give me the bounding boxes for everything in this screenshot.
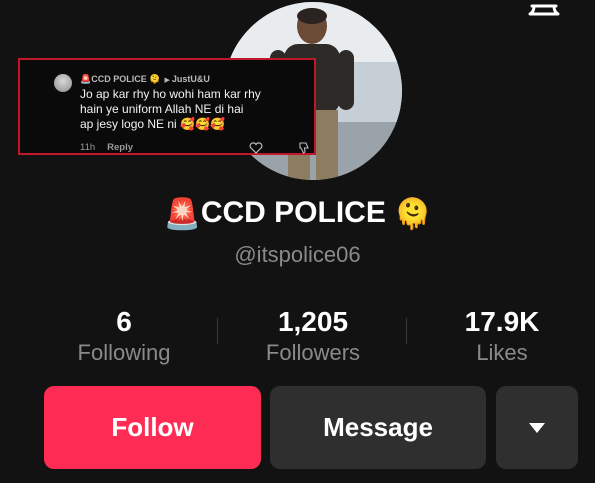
smiling-face-emoji: 🫠 bbox=[149, 74, 161, 84]
likes-count: 17.9K bbox=[464, 306, 540, 337]
commenter-avatar[interactable] bbox=[54, 74, 72, 92]
comment-header: 🚨CCD POLICE 🫠 ▶ JustU&U bbox=[80, 74, 210, 85]
message-button[interactable]: Message bbox=[270, 386, 486, 469]
reply-arrow-icon: ▶ bbox=[164, 77, 170, 84]
following-count: 6 bbox=[116, 306, 132, 337]
comment-footer: 11h Reply bbox=[80, 142, 133, 153]
likes-label: Likes bbox=[476, 340, 528, 365]
dislike-icon[interactable] bbox=[298, 142, 310, 154]
profile-name-row: 🚨CCD POLICE 🫠 bbox=[0, 196, 595, 232]
stat-divider bbox=[406, 318, 407, 344]
followers-label: Followers bbox=[265, 340, 361, 365]
followers-count: 1,205 bbox=[277, 306, 349, 337]
follow-button[interactable]: Follow bbox=[44, 386, 261, 469]
comment-author[interactable]: CCD POLICE bbox=[91, 74, 147, 84]
stat-likes: 17.9K Likes bbox=[412, 306, 592, 366]
profile-handle: @itspolice06 bbox=[234, 242, 361, 267]
stat-following[interactable]: 6 Following bbox=[34, 306, 214, 366]
stat-divider bbox=[217, 318, 218, 344]
stat-followers[interactable]: 1,205 Followers bbox=[223, 306, 403, 366]
comment-text: Jo ap kar rhy ho wohi ham kar rhy hain y… bbox=[80, 87, 261, 131]
more-button[interactable] bbox=[496, 386, 578, 469]
comment-reply-to[interactable]: JustU&U bbox=[172, 74, 210, 84]
siren-icon: 🚨 bbox=[80, 74, 92, 84]
comment-time: 11h bbox=[80, 142, 96, 153]
bell-icon[interactable] bbox=[524, 0, 564, 18]
highlighted-comment: 🚨CCD POLICE 🫠 ▶ JustU&U Jo ap kar rhy ho w… bbox=[18, 58, 316, 155]
dropdown-icon bbox=[529, 422, 545, 433]
smiling-face-emoji: 🫠 bbox=[394, 197, 432, 231]
profile-name: CCD POLICE bbox=[200, 196, 386, 229]
siren-icon: 🚨 bbox=[163, 197, 201, 231]
reply-button[interactable]: Reply bbox=[107, 142, 133, 153]
heart-icon[interactable] bbox=[249, 142, 263, 154]
following-label: Following bbox=[77, 340, 171, 365]
